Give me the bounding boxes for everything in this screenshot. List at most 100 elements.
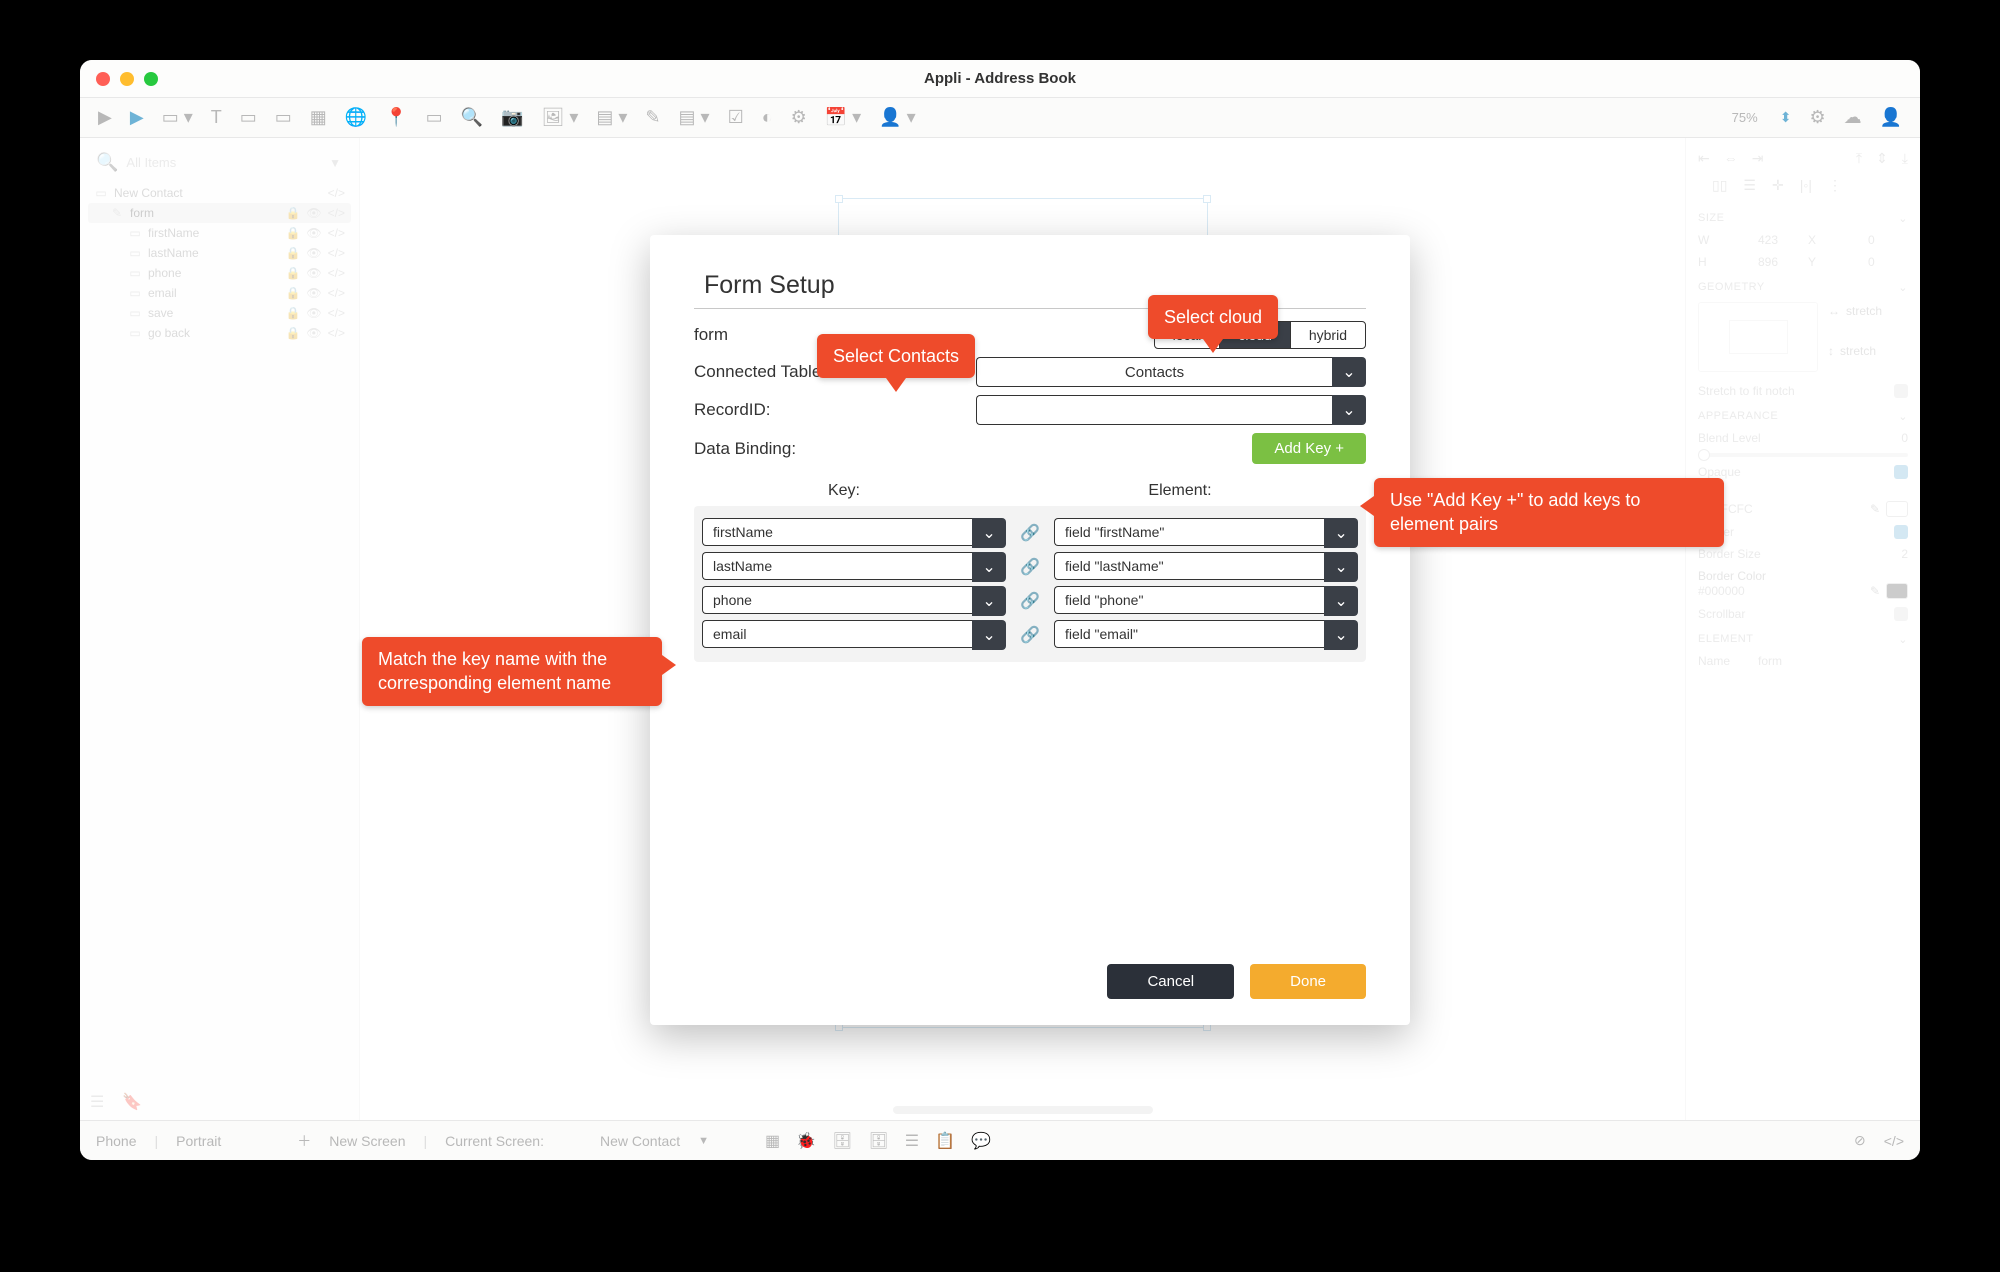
horizontal-scrollbar[interactable] <box>893 1106 1153 1114</box>
done-button[interactable]: Done <box>1250 964 1366 999</box>
image-tool-icon[interactable]: ▭ <box>426 107 443 128</box>
chevron-down-icon[interactable]: ⌄ <box>972 586 1006 616</box>
chevron-down-icon[interactable]: ⌄ <box>1332 395 1366 425</box>
key-select[interactable]: firstName <box>702 518 972 546</box>
chevron-down-icon[interactable]: ⌄ <box>1898 410 1908 423</box>
add-key-button[interactable]: Add Key + <box>1252 433 1366 464</box>
database-icon[interactable]: 🗄 <box>832 1131 852 1151</box>
blend-slider[interactable] <box>1698 453 1908 457</box>
align-right-icon[interactable]: ⇥ <box>1752 150 1764 167</box>
block-icon[interactable]: ⊘ <box>1854 1132 1866 1149</box>
align-top-icon[interactable]: ⤒ <box>1856 150 1862 167</box>
close-window-icon[interactable] <box>96 72 110 86</box>
code-icon[interactable]: </> <box>1884 1133 1904 1149</box>
stretch-h-icon[interactable]: ↔ <box>1828 304 1840 318</box>
list-icon[interactable]: ☰ <box>905 1131 919 1151</box>
border-color-value[interactable]: #000000 <box>1698 584 1745 598</box>
clipboard-icon[interactable]: 📋 <box>935 1131 955 1151</box>
chevron-down-icon[interactable]: ⌄ <box>1898 281 1908 294</box>
scrollbar-checkbox[interactable] <box>1894 607 1908 621</box>
chevron-down-icon[interactable]: ▼ <box>329 156 341 170</box>
eye-icon[interactable]: 👁 <box>306 266 321 280</box>
element-select[interactable]: field "lastName" <box>1054 552 1324 580</box>
chevron-down-icon[interactable]: ⌄ <box>1324 552 1358 582</box>
connected-table-select[interactable]: Contacts <box>976 357 1332 387</box>
chevron-down-icon[interactable]: ⌄ <box>1324 620 1358 650</box>
code-icon[interactable]: </> <box>328 226 345 240</box>
eyedropper-icon[interactable]: ✎ <box>1870 502 1880 516</box>
user-icon[interactable]: 👤 ▾ <box>879 107 915 128</box>
cancel-button[interactable]: Cancel <box>1107 964 1234 999</box>
align-left-icon[interactable]: ⇤ <box>1698 150 1710 167</box>
account-icon[interactable]: 👤 <box>1880 107 1902 128</box>
db-search-icon[interactable]: 🗄 <box>868 1131 888 1151</box>
y-value[interactable]: 0 <box>1868 255 1875 269</box>
opaque-checkbox[interactable] <box>1894 465 1908 479</box>
border-size-value[interactable]: 2 <box>1901 547 1908 561</box>
chevron-down-icon[interactable]: ⌄ <box>1898 633 1908 646</box>
code-icon[interactable]: </> <box>328 206 345 220</box>
lock-icon[interactable]: 🔒 <box>285 226 300 240</box>
eye-icon[interactable]: 👁 <box>306 286 321 300</box>
h-value[interactable]: 896 <box>1758 255 1778 269</box>
key-select[interactable]: phone <box>702 586 972 614</box>
eyedropper-icon[interactable]: ✎ <box>1870 584 1880 598</box>
dist-h-icon[interactable]: ▯▯ <box>1712 177 1727 194</box>
stretch-v[interactable]: stretch <box>1840 344 1876 358</box>
checkbox-tool-icon[interactable]: ☑ <box>728 107 744 128</box>
geometry-diagram[interactable] <box>1698 302 1818 372</box>
toggle-tool-icon[interactable]: ◐ <box>762 107 773 128</box>
align-center-v-icon[interactable]: ⇕ <box>1876 150 1888 167</box>
search-tool-icon[interactable]: 🔍 <box>461 107 483 128</box>
tree-item[interactable]: go back <box>148 326 279 340</box>
code-icon[interactable]: </> <box>328 286 345 300</box>
device-label[interactable]: Phone <box>96 1133 136 1149</box>
minimize-window-icon[interactable] <box>120 72 134 86</box>
key-select[interactable]: lastName <box>702 552 972 580</box>
eye-icon[interactable]: 👁 <box>306 246 321 260</box>
edit-icon[interactable]: ✎ <box>645 107 660 128</box>
align-center-h-icon[interactable]: ⇔ <box>1724 150 1738 167</box>
cursor-icon[interactable]: ▶ <box>130 107 144 128</box>
spread-v-icon[interactable]: ⋮ <box>1828 177 1842 194</box>
align-bottom-icon[interactable]: ⤓ <box>1902 150 1908 167</box>
field-tool-icon[interactable]: ▭ <box>275 107 292 128</box>
border-checkbox[interactable] <box>1894 525 1908 539</box>
add-screen-icon[interactable]: ＋ <box>297 1131 311 1151</box>
lock-icon[interactable]: 🔒 <box>285 286 300 300</box>
lock-icon[interactable]: 🔒 <box>285 306 300 320</box>
tree-item-form[interactable]: form <box>130 206 279 220</box>
pin-icon[interactable]: 📍 <box>385 107 407 128</box>
form-tool-icon[interactable]: ▤ ▾ <box>679 107 710 128</box>
w-value[interactable]: 423 <box>1758 233 1778 247</box>
camera-icon[interactable]: 📷 <box>501 107 523 128</box>
search-placeholder[interactable]: All Items <box>126 155 176 170</box>
eye-icon[interactable]: 👁 <box>306 326 321 340</box>
new-screen-button[interactable]: New Screen <box>329 1133 405 1149</box>
picture-icon[interactable]: 🖼 ▾ <box>541 107 578 128</box>
chevron-down-icon[interactable]: ⌄ <box>972 620 1006 650</box>
sliders-icon[interactable]: ⚙ <box>791 107 807 128</box>
eye-icon[interactable]: 👁 <box>306 226 321 240</box>
spread-h-icon[interactable]: |◦| <box>1800 177 1812 194</box>
bug-icon[interactable]: 🐞 <box>796 1131 816 1151</box>
fill-swatch[interactable] <box>1886 501 1908 517</box>
table-tool-icon[interactable]: ▦ <box>310 107 327 128</box>
globe-icon[interactable]: 🌐 <box>345 107 367 128</box>
play-icon[interactable]: ▶ <box>98 107 112 128</box>
zoom-stepper-icon[interactable]: ⬍ <box>1780 109 1792 126</box>
chat-icon[interactable]: 💬 <box>971 1131 991 1151</box>
current-screen-value[interactable]: New Contact <box>600 1133 680 1149</box>
chevron-down-icon[interactable]: ⌄ <box>972 552 1006 582</box>
code-icon[interactable]: </> <box>328 306 345 320</box>
center-icon[interactable]: ✛ <box>1772 177 1784 194</box>
button-tool-icon[interactable]: ▭ <box>240 107 257 128</box>
x-value[interactable]: 0 <box>1868 233 1875 247</box>
tree-item[interactable]: firstName <box>148 226 279 240</box>
code-icon[interactable]: </> <box>328 326 345 340</box>
blend-value[interactable]: 0 <box>1901 431 1908 445</box>
orientation-label[interactable]: Portrait <box>176 1133 221 1149</box>
rect-tool-icon[interactable]: ▭ ▾ <box>162 107 193 128</box>
chevron-down-icon[interactable]: ⌄ <box>1324 586 1358 616</box>
eye-icon[interactable]: 👁 <box>306 306 321 320</box>
